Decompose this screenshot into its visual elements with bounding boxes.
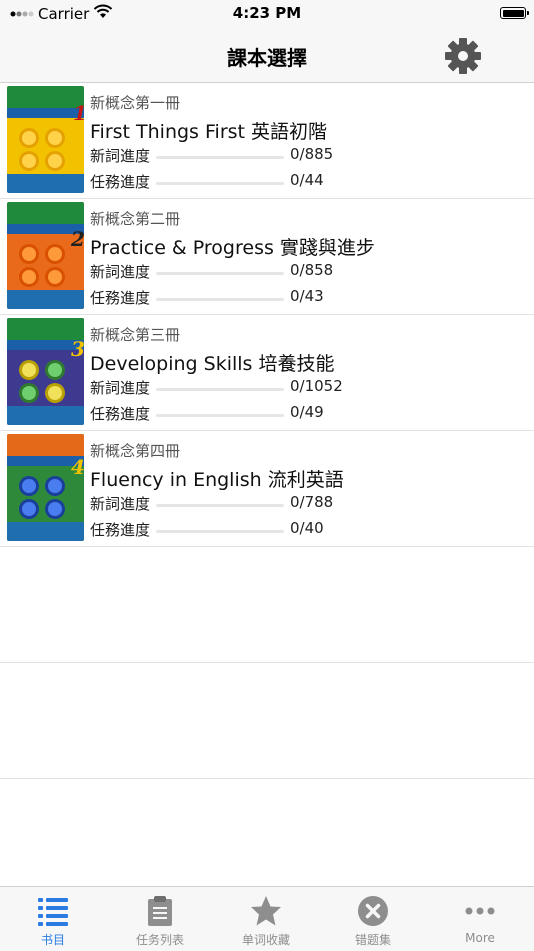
book-series-label: 新概念第一冊 — [90, 94, 181, 112]
book-title: Fluency in English 流利英語 — [90, 469, 344, 491]
book-title: Practice & Progress 實踐與進步 — [90, 237, 375, 259]
tasks-progress: 任務進度 0/40 — [90, 519, 530, 541]
close-circle-icon — [357, 895, 389, 927]
words-progress-value: 0/885 — [290, 145, 334, 163]
tab-label: 单词收藏 — [241, 933, 290, 947]
book-series-label: 新概念第四冊 — [90, 442, 181, 460]
words-progress-value: 0/1052 — [290, 377, 343, 395]
empty-row — [0, 663, 534, 779]
book-title: Developing Skills 培養技能 — [90, 353, 335, 375]
tasks-progress-bar — [156, 414, 284, 417]
tasks-progress-bar — [156, 530, 284, 533]
tasks-progress: 任務進度 0/49 — [90, 403, 530, 425]
words-progress: 新詞進度 0/788 — [90, 493, 530, 515]
svg-text:1: 1 — [73, 101, 84, 125]
tab-label: 书目 — [40, 933, 65, 947]
tab-label: 任务列表 — [135, 933, 184, 947]
tab-bar: 书目 任务列表 单词收藏 错题集 More — [0, 886, 534, 951]
battery-icon — [500, 7, 529, 19]
tasks-progress-label: 任務進度 — [90, 405, 151, 423]
book-title: First Things First 英語初階 — [90, 121, 328, 143]
book-cover-3: 3 — [7, 318, 84, 425]
words-progress: 新詞進度 0/1052 — [90, 377, 530, 399]
list-icon — [37, 895, 69, 927]
svg-text:4: 4 — [71, 455, 84, 479]
book-list: 1 新概念第一冊 First Things First 英語初階 新詞進度 0/… — [0, 83, 534, 779]
more-icon — [464, 895, 496, 927]
gear-icon[interactable] — [444, 37, 482, 75]
tasks-progress-value: 0/43 — [290, 287, 324, 305]
tasks-progress-bar — [156, 182, 284, 185]
tab-label: 错题集 — [354, 933, 391, 947]
book-row-1[interactable]: 1 新概念第一冊 First Things First 英語初階 新詞進度 0/… — [0, 83, 534, 199]
tasks-progress-label: 任務進度 — [90, 521, 151, 539]
svg-text:3: 3 — [71, 337, 84, 361]
tasks-progress-value: 0/40 — [290, 519, 324, 537]
words-progress-bar — [156, 388, 284, 391]
tab-word-favorites[interactable]: 单词收藏 — [213, 887, 319, 951]
tab-label: More — [465, 931, 495, 945]
book-row-4[interactable]: 4 新概念第四冊 Fluency in English 流利英語 新詞進度 0/… — [0, 431, 534, 547]
words-progress-bar — [156, 504, 284, 507]
book-cover-4: 4 — [7, 434, 84, 541]
tasks-progress-label: 任務進度 — [90, 289, 151, 307]
book-series-label: 新概念第二冊 — [90, 210, 181, 228]
status-bar: Carrier 4:23 PM — [0, 0, 534, 28]
words-progress-label: 新詞進度 — [90, 379, 151, 397]
svg-text:2: 2 — [70, 227, 84, 251]
clipboard-icon — [144, 895, 176, 927]
tasks-progress: 任務進度 0/43 — [90, 287, 530, 309]
words-progress: 新詞進度 0/885 — [90, 145, 530, 167]
tab-more[interactable]: More — [427, 887, 533, 951]
tasks-progress-value: 0/44 — [290, 171, 324, 189]
star-icon — [250, 895, 282, 927]
tasks-progress-bar — [156, 298, 284, 301]
tab-mistakes[interactable]: 错题集 — [320, 887, 426, 951]
tasks-progress-label: 任務進度 — [90, 173, 151, 191]
book-series-label: 新概念第三冊 — [90, 326, 181, 344]
book-row-3[interactable]: 3 新概念第三冊 Developing Skills 培養技能 新詞進度 0/1… — [0, 315, 534, 431]
tab-booklist[interactable]: 书目 — [0, 887, 106, 951]
words-progress-bar — [156, 156, 284, 159]
words-progress-value: 0/788 — [290, 493, 334, 511]
words-progress-bar — [156, 272, 284, 275]
tasks-progress: 任務進度 0/44 — [90, 171, 530, 193]
book-row-2[interactable]: 2 新概念第二冊 Practice & Progress 實踐與進步 新詞進度 … — [0, 199, 534, 315]
status-time: 4:23 PM — [232, 4, 302, 22]
words-progress-label: 新詞進度 — [90, 263, 151, 281]
words-progress-label: 新詞進度 — [90, 147, 151, 165]
words-progress: 新詞進度 0/858 — [90, 261, 530, 283]
tasks-progress-value: 0/49 — [290, 403, 324, 421]
navigation-bar: 課本選擇 — [0, 28, 534, 83]
empty-row — [0, 547, 534, 663]
tab-tasks[interactable]: 任务列表 — [107, 887, 213, 951]
book-cover-1: 1 — [7, 86, 84, 193]
words-progress-label: 新詞進度 — [90, 495, 151, 513]
words-progress-value: 0/858 — [290, 261, 334, 279]
book-cover-2: 2 — [7, 202, 84, 309]
